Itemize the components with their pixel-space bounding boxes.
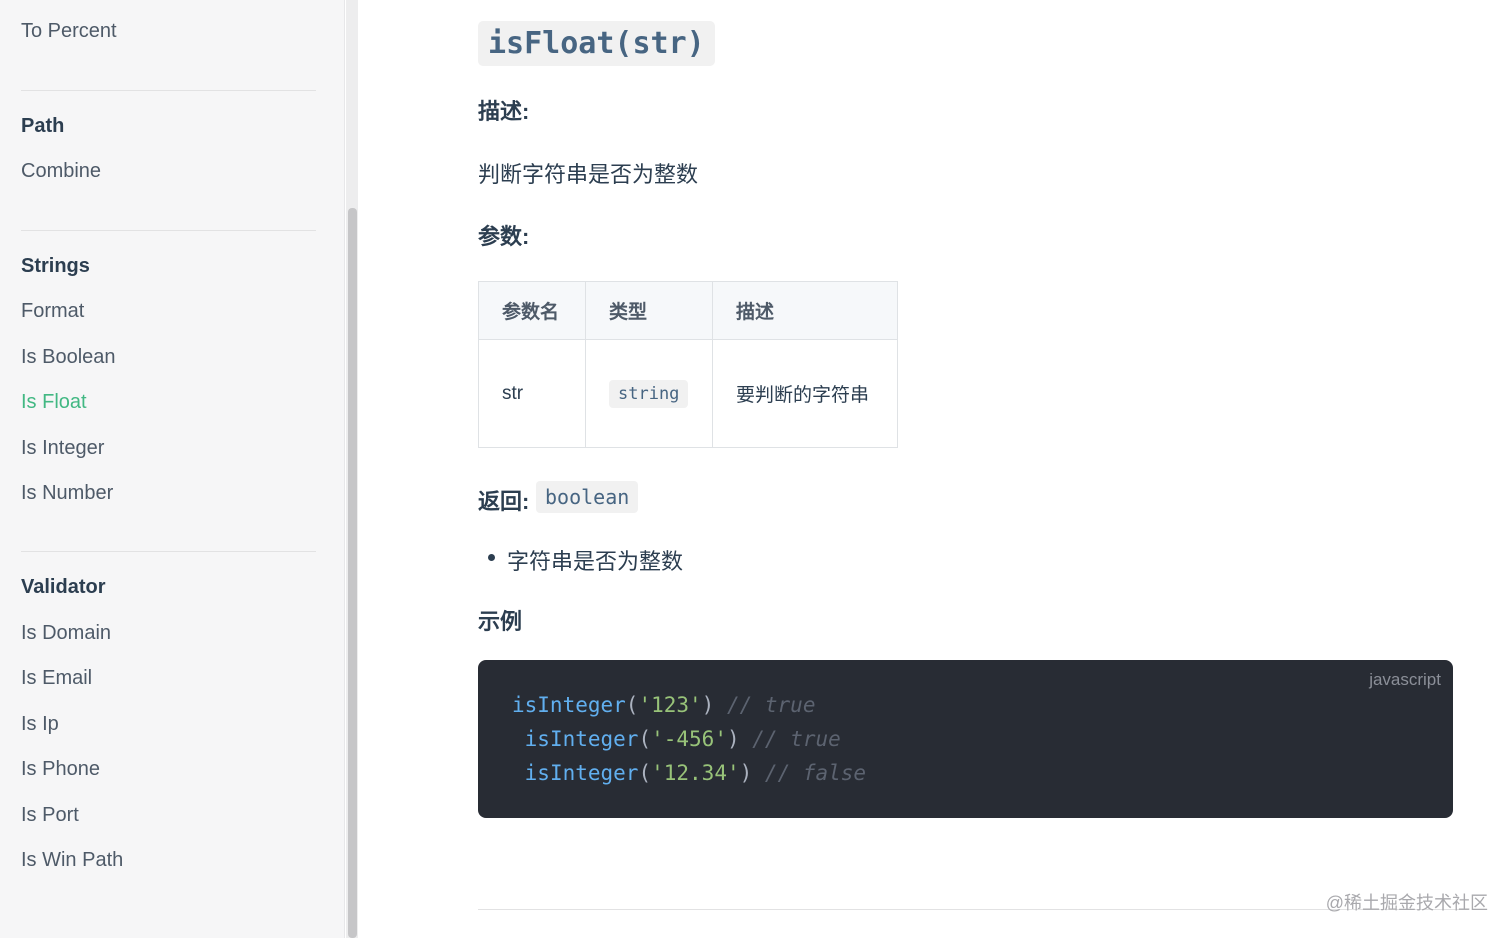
sidebar-divider	[21, 551, 316, 552]
sidebar-heading-path[interactable]: Path	[21, 115, 64, 138]
sidebar-item-is-email[interactable]: Is Email	[21, 667, 92, 690]
params-table: 参数名 类型 描述 str string 要判断的字符串	[478, 281, 898, 448]
sidebar-divider	[21, 230, 316, 231]
code-comment: // true	[726, 693, 816, 717]
function-title: isFloat(str)	[478, 21, 715, 66]
bullet-dot-icon	[488, 554, 495, 561]
return-list-item: 字符串是否为整数	[507, 549, 684, 574]
code-comment: // true	[752, 727, 841, 751]
param-type-code: string	[609, 379, 689, 408]
return-type-code: boolean	[536, 481, 639, 513]
example-label: 示例	[478, 609, 523, 634]
sidebar-item-is-port[interactable]: Is Port	[21, 804, 79, 827]
sidebar-item-is-domain[interactable]: Is Domain	[21, 622, 111, 645]
description-text: 判断字符串是否为整数	[478, 162, 699, 187]
sidebar-heading-strings[interactable]: Strings	[21, 255, 90, 278]
code-lines[interactable]: isInteger('123') // true isInteger('-456…	[512, 688, 866, 790]
description-label: 描述:	[478, 99, 530, 124]
code-line: isInteger('123') // true	[512, 693, 816, 717]
params-header-name: 参数名	[478, 281, 586, 340]
code-line: isInteger('-456') // true	[512, 727, 841, 751]
sidebar: To Percent Path Combine Strings Format I…	[0, 0, 345, 938]
code-block[interactable]: javascript isInteger('123') // true isIn…	[478, 660, 1453, 818]
content-divider	[478, 909, 1468, 910]
sidebar-item-is-float[interactable]: Is Float	[21, 391, 87, 414]
code-comment: // false	[764, 761, 867, 785]
sidebar-item-is-number[interactable]: Is Number	[21, 482, 113, 505]
sidebar-item-to-percent[interactable]: To Percent	[21, 20, 117, 43]
sidebar-item-is-ip[interactable]: Is Ip	[21, 713, 59, 736]
sidebar-item-is-phone[interactable]: Is Phone	[21, 758, 100, 781]
param-type-cell: string	[585, 339, 713, 448]
params-table-header-row: 参数名 类型 描述	[478, 281, 898, 340]
sidebar-item-combine[interactable]: Combine	[21, 160, 101, 183]
params-header-type: 类型	[585, 281, 713, 340]
return-label: 返回:	[478, 489, 530, 514]
table-row: str string 要判断的字符串	[478, 339, 898, 448]
code-function: isInteger	[524, 761, 639, 785]
watermark: @稀土掘金技术社区	[1325, 893, 1488, 913]
sidebar-heading-validator[interactable]: Validator	[21, 576, 105, 599]
sidebar-item-is-boolean[interactable]: Is Boolean	[21, 346, 116, 369]
code-line: isInteger('12.34') // false	[512, 761, 866, 785]
sidebar-scrollbar-thumb[interactable]	[348, 208, 357, 938]
code-string: '-456'	[651, 727, 727, 751]
sidebar-divider	[21, 90, 316, 91]
sidebar-item-is-integer[interactable]: Is Integer	[21, 437, 104, 460]
params-label: 参数:	[478, 224, 530, 249]
doc-content: isFloat(str) 描述: 判断字符串是否为整数 参数: 参数名 类型 描…	[478, 0, 1468, 938]
code-function: isInteger	[512, 693, 626, 717]
code-function: isInteger	[524, 727, 639, 751]
sidebar-item-format[interactable]: Format	[21, 300, 84, 323]
param-name-cell: str	[478, 339, 586, 448]
sidebar-item-is-win-path[interactable]: Is Win Path	[21, 849, 123, 872]
code-language-label: javascript	[1369, 670, 1441, 689]
param-desc-cell: 要判断的字符串	[712, 339, 898, 448]
code-string: '123'	[638, 693, 702, 717]
params-header-desc: 描述	[712, 281, 898, 340]
code-string: '12.34'	[651, 761, 740, 785]
